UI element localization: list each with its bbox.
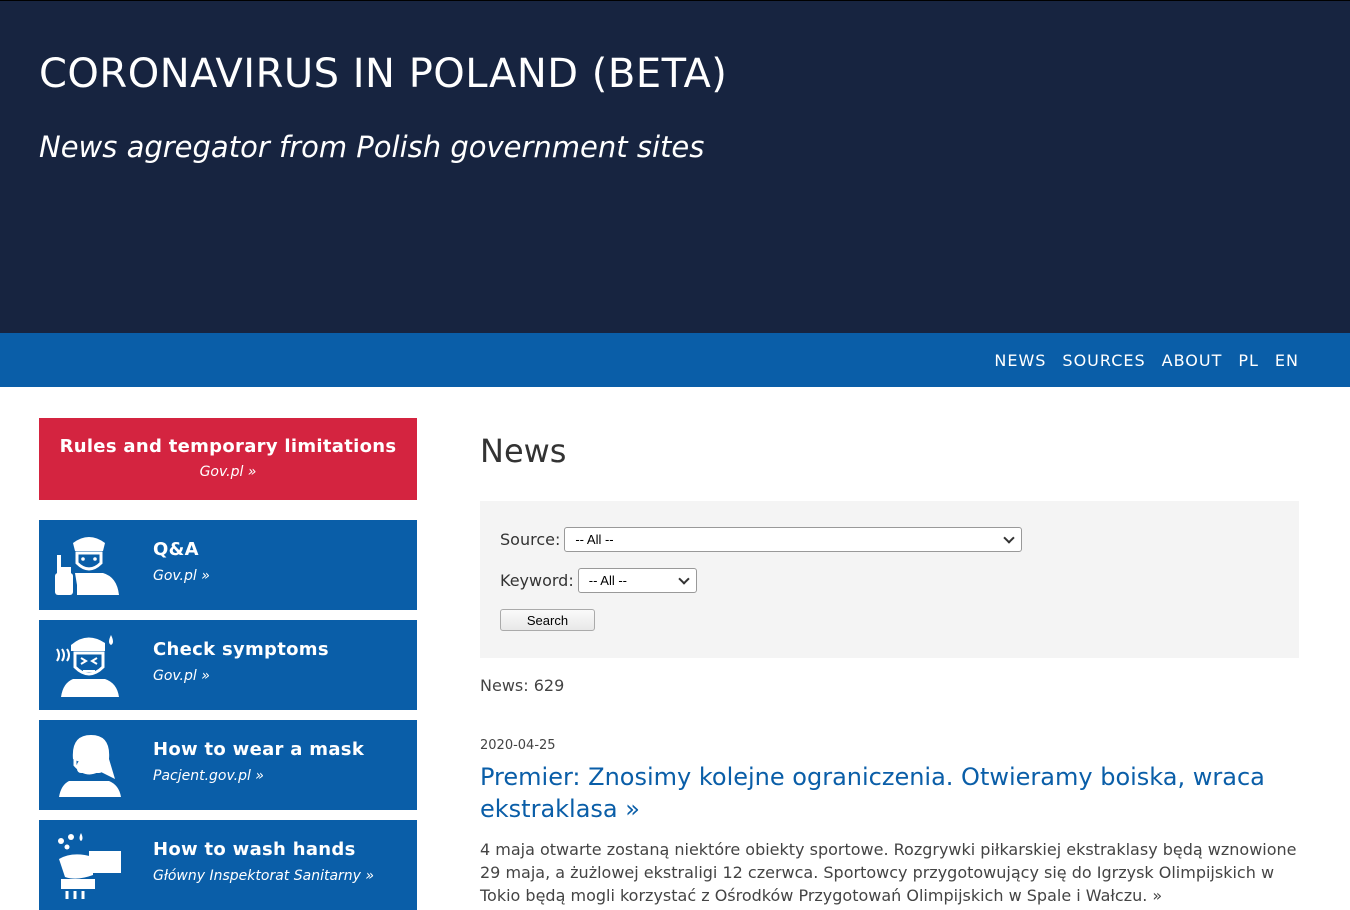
search-button[interactable]: Search <box>500 609 595 631</box>
source-select-value: -- All -- <box>575 532 614 547</box>
nav-bar: NEWS SOURCES ABOUT PL EN <box>0 333 1350 387</box>
main-content: News Source: -- All -- Keyword: -- All -… <box>480 418 1299 905</box>
site-subtitle: News agregator from Polish government si… <box>39 130 705 164</box>
source-label: Source: <box>500 530 561 549</box>
nav-sources[interactable]: SOURCES <box>1062 351 1145 370</box>
person-mask-icon <box>59 735 121 797</box>
mask-card-link[interactable]: Pacjent.gov.pl » <box>153 768 264 784</box>
nav-about[interactable]: ABOUT <box>1162 351 1223 370</box>
person-raising-finger-icon <box>55 537 119 595</box>
keyword-label: Keyword: <box>500 571 574 590</box>
keyword-select[interactable]: -- All -- <box>577 568 697 593</box>
nav-lang-en[interactable]: EN <box>1275 351 1299 370</box>
sidebar: Rules and temporary limitations Gov.pl »… <box>39 418 417 910</box>
mask-card[interactable]: How to wear a mask Pacjent.gov.pl » <box>39 720 417 810</box>
keyword-filter-row: Keyword: -- All -- <box>500 568 697 593</box>
nav-links: NEWS SOURCES ABOUT PL EN <box>978 333 1299 387</box>
hand-washing-icon <box>58 833 121 899</box>
qa-card[interactable]: Q&A Gov.pl » <box>39 520 417 610</box>
rules-card-link[interactable]: Gov.pl » <box>39 464 417 480</box>
page-title: News <box>480 432 567 470</box>
keyword-select-value: -- All -- <box>588 573 628 588</box>
nav-news[interactable]: NEWS <box>994 351 1046 370</box>
chevron-down-icon <box>678 572 690 585</box>
rules-card[interactable]: Rules and temporary limitations Gov.pl » <box>39 418 417 500</box>
news-count: News: 629 <box>480 676 565 695</box>
hands-card[interactable]: How to wash hands Główny Inspektorat San… <box>39 820 417 910</box>
symptoms-card[interactable]: Check symptoms Gov.pl » <box>39 620 417 710</box>
symptoms-card-link[interactable]: Gov.pl » <box>153 668 210 684</box>
source-select[interactable]: -- All -- <box>564 527 1023 552</box>
rules-card-title: Rules and temporary limitations <box>59 436 397 457</box>
hands-card-title: How to wash hands <box>153 839 356 860</box>
chevron-down-icon <box>1003 531 1016 544</box>
hands-card-link[interactable]: Główny Inspektorat Sanitarny » <box>153 868 374 884</box>
nav-lang-pl[interactable]: PL <box>1238 351 1259 370</box>
site-title: CORONAVIRUS IN POLAND (BETA) <box>39 51 728 97</box>
site-header: CORONAVIRUS IN POLAND (BETA) News agrega… <box>0 0 1350 333</box>
news-item: 2020-04-25 Premier: Znosimy kolejne ogra… <box>480 738 1299 907</box>
filter-panel: Source: -- All -- Keyword: -- All -- Sea… <box>480 501 1299 658</box>
symptoms-card-title: Check symptoms <box>153 639 329 660</box>
qa-card-title: Q&A <box>153 539 199 560</box>
source-filter-row: Source: -- All -- <box>500 527 1023 552</box>
news-title-link[interactable]: Premier: Znosimy kolejne ograniczenia. O… <box>480 761 1299 825</box>
news-summary: 4 maja otwarte zostaną niektóre obiekty … <box>480 840 1297 905</box>
news-date: 2020-04-25 <box>480 738 556 753</box>
qa-card-link[interactable]: Gov.pl » <box>153 568 210 584</box>
sick-person-icon <box>56 635 119 697</box>
mask-card-title: How to wear a mask <box>153 739 365 760</box>
